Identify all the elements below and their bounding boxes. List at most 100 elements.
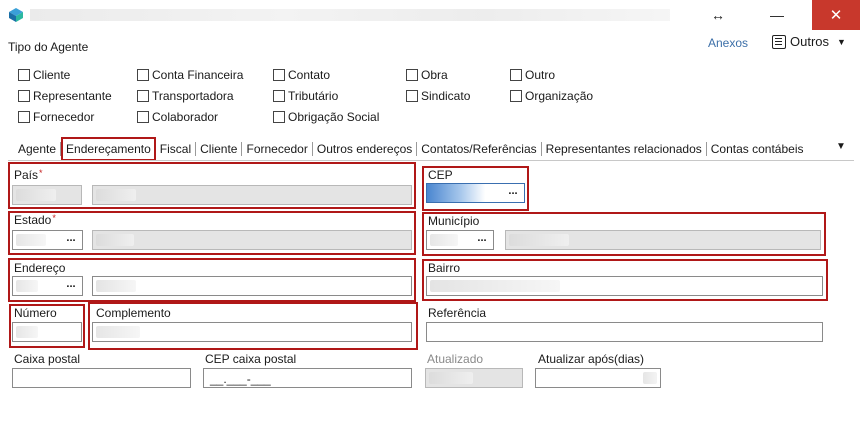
checkbox-obrigacao-social[interactable]: Obrigação Social (273, 110, 379, 124)
tab-divider (8, 160, 854, 161)
referencia-input[interactable] (426, 322, 823, 342)
tab-representantes-relacionados[interactable]: Representantes relacionados (542, 142, 707, 156)
tab-enderecamento[interactable]: Endereçamento (61, 137, 156, 161)
cep-caixa-postal-label: CEP caixa postal (205, 352, 297, 366)
close-button[interactable]: ✕ (812, 0, 860, 30)
checkbox-obra[interactable]: Obra (406, 68, 448, 82)
atualizar-apos-input[interactable] (535, 368, 661, 388)
municipio-lookup-button[interactable]: ... (473, 233, 491, 247)
numero-input[interactable] (12, 322, 82, 342)
tab-contatos-referencias[interactable]: Contatos/Referências (417, 142, 542, 156)
required-mark: * (39, 168, 43, 178)
cep-caixa-postal-input[interactable]: __.___-___ (203, 368, 412, 388)
numero-label: Número (14, 306, 57, 320)
tabs-overflow-icon[interactable]: ▼ (836, 141, 846, 152)
checkbox-box[interactable] (273, 69, 285, 81)
checkbox-label: Organização (525, 89, 594, 103)
checkbox-label: Outro (525, 68, 556, 82)
endereco-label: Endereço (14, 261, 66, 275)
required-mark: * (52, 213, 56, 223)
checkbox-box[interactable] (18, 69, 30, 81)
tab-cliente[interactable]: Cliente (196, 142, 243, 156)
checkbox-colaborador[interactable]: Colaborador (137, 110, 218, 124)
cep-input[interactable]: ... (426, 183, 525, 203)
estado-code-input[interactable]: ... (12, 230, 83, 250)
caixa-postal-input[interactable] (12, 368, 191, 388)
atualizado-label: Atualizado (427, 352, 484, 366)
checkbox-box[interactable] (406, 69, 418, 81)
tab-fiscal[interactable]: Fiscal (156, 142, 197, 156)
chevron-down-icon: ▼ (837, 36, 846, 47)
checkbox-label: Obra (421, 68, 448, 82)
checkbox-box[interactable] (137, 90, 149, 102)
bairro-label: Bairro (428, 261, 461, 275)
checkbox-label: Transportadora (152, 89, 234, 103)
anexos-link[interactable]: Anexos (708, 36, 748, 50)
resize-icon[interactable]: ↔ (698, 0, 738, 30)
checkbox-cliente[interactable]: Cliente (18, 68, 70, 82)
checkbox-label: Conta Financeira (152, 68, 244, 82)
caixa-postal-label: Caixa postal (14, 352, 81, 366)
outros-label: Outros (790, 34, 830, 49)
pais-name-input (92, 185, 412, 205)
checkbox-label: Sindicato (421, 89, 471, 103)
tab-outros-enderecos[interactable]: Outros endereços (313, 142, 418, 156)
checkbox-box[interactable] (137, 111, 149, 123)
minimize-button[interactable]: — (757, 0, 797, 30)
checkbox-label: Obrigação Social (288, 110, 380, 124)
estado-lookup-button[interactable]: ... (62, 233, 80, 247)
checkbox-label: Colaborador (152, 110, 219, 124)
checkbox-box[interactable] (137, 69, 149, 81)
checkbox-sindicato[interactable]: Sindicato (406, 89, 470, 103)
municipio-name-input (505, 230, 821, 250)
outros-menu-button[interactable]: Outros ▼ (772, 34, 846, 49)
tab-fornecedor[interactable]: Fornecedor (242, 142, 313, 156)
checkbox-label: Cliente (33, 68, 71, 82)
endereco-input[interactable] (92, 276, 412, 296)
checkbox-box[interactable] (18, 111, 30, 123)
estado-name-input (92, 230, 412, 250)
checkbox-label: Representante (33, 89, 112, 103)
checkbox-fornecedor[interactable]: Fornecedor (18, 110, 94, 124)
checkbox-representante[interactable]: Representante (18, 89, 112, 103)
checkbox-box[interactable] (273, 90, 285, 102)
endereco-lookup-button[interactable]: ... (62, 279, 80, 293)
tab-bar: Agente Endereçamento Fiscal Cliente Forn… (14, 137, 808, 161)
window-title (30, 9, 670, 21)
checkbox-conta-financeira[interactable]: Conta Financeira (137, 68, 243, 82)
checkbox-tributario[interactable]: Tributário (273, 89, 338, 103)
checkbox-transportadora[interactable]: Transportadora (137, 89, 234, 103)
checkbox-box[interactable] (510, 69, 522, 81)
endereco-type-input[interactable]: ... (12, 276, 83, 296)
list-icon (772, 34, 786, 49)
municipio-label: Município (428, 214, 480, 228)
pais-code-input[interactable] (12, 185, 82, 205)
checkbox-box[interactable] (273, 111, 285, 123)
app-logo-icon (9, 8, 23, 22)
pais-label: País* (14, 168, 43, 182)
complemento-input[interactable] (92, 322, 412, 342)
estado-label: Estado* (14, 213, 56, 227)
checkbox-box[interactable] (510, 90, 522, 102)
complemento-label: Complemento (96, 306, 171, 320)
checkbox-box[interactable] (18, 90, 30, 102)
cep-mask-text: __.___-___ (210, 372, 271, 386)
title-bar: ↔ — ✕ (0, 0, 860, 30)
checkbox-box[interactable] (406, 90, 418, 102)
tab-contas-contabeis[interactable]: Contas contábeis (707, 142, 808, 156)
checkbox-contato[interactable]: Contato (273, 68, 330, 82)
checkbox-outro[interactable]: Outro (510, 68, 555, 82)
checkbox-label: Fornecedor (33, 110, 95, 124)
cep-label: CEP (428, 168, 453, 182)
municipio-code-input[interactable]: ... (426, 230, 494, 250)
tipo-agente-label: Tipo do Agente (8, 40, 89, 54)
cep-lookup-button[interactable]: ... (504, 186, 522, 200)
tab-agente[interactable]: Agente (14, 142, 62, 156)
checkbox-label: Tributário (288, 89, 339, 103)
atualizado-input (425, 368, 523, 388)
checkbox-organizacao[interactable]: Organização (510, 89, 593, 103)
bairro-input[interactable] (426, 276, 823, 296)
checkbox-label: Contato (288, 68, 331, 82)
atualizar-apos-label: Atualizar após(dias) (538, 352, 645, 366)
referencia-label: Referência (428, 306, 487, 320)
